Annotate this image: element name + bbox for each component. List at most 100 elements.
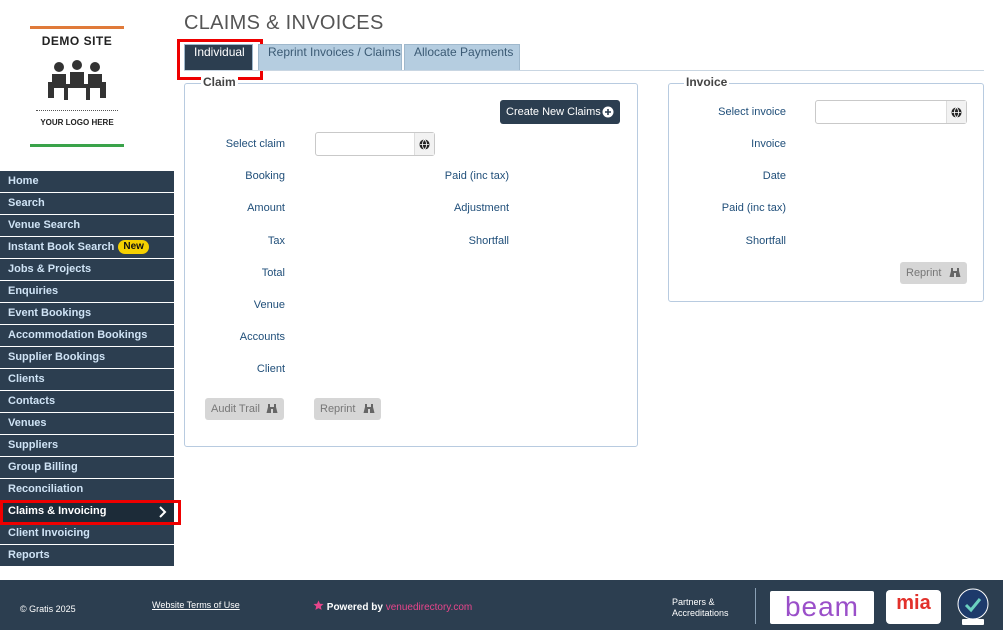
powered-by: Powered by venuedirectory.com [313,600,472,613]
tax-label: Tax [267,235,285,247]
select-invoice-input[interactable] [816,101,946,123]
sidebar-nav: Home Search Venue Search Instant Book Se… [0,171,174,567]
client-label: Client [256,363,285,375]
logo-subtitle: YOUR LOGO HERE [40,118,114,127]
claim-reprint-button[interactable]: Reprint [314,398,381,420]
binoculars-icon [363,404,375,413]
sidebar-item-claims-invoicing[interactable]: Claims & Invoicing [0,501,174,523]
sidebar-item-label: Home [8,175,39,187]
sidebar-item-suppliers[interactable]: Suppliers [0,435,174,457]
sidebar-item-label: Accommodation Bookings [8,329,148,341]
tab-allocate-payments[interactable]: Allocate Payments [404,44,520,70]
sidebar-item-enquiries[interactable]: Enquiries [0,281,174,303]
page-title: CLAIMS & INVOICES [184,12,384,34]
binoculars-icon [266,404,278,413]
invoice-paid-inc-tax-label: Paid (inc tax) [721,202,786,214]
sidebar-item-reconciliation[interactable]: Reconciliation [0,479,174,501]
plus-circle-icon [602,106,614,118]
star-icon [313,600,324,610]
shortfall-label: Shortfall [468,235,509,247]
sidebar-item-label: Event Bookings [8,307,92,319]
partners-label: Partners & Accreditations [672,597,729,619]
select-claim-label: Select claim [225,138,285,150]
sidebar-item-contacts[interactable]: Contacts [0,391,174,413]
sidebar-item-label: Search [8,197,45,209]
invoice-reprint-label: Reprint [906,267,942,279]
sidebar-item-label: Instant Book Search [8,241,115,253]
globe-icon[interactable] [414,133,434,155]
sidebar-item-label: Suppliers [8,439,59,451]
sidebar-item-jobs-projects[interactable]: Jobs & Projects [0,259,174,281]
sidebar-item-label: Supplier Bookings [8,351,106,363]
people-icon [48,60,106,100]
sidebar-item-label: Venues [8,417,47,429]
footer: © Gratis 2025 Website Terms of Use Power… [0,580,1003,630]
sidebar-item-clients[interactable]: Clients [0,369,174,391]
sidebar-item-reports[interactable]: Reports [0,545,174,567]
sidebar-item-label: Reports [8,549,50,561]
sidebar-item-label: Claims & Invoicing [8,505,107,517]
select-invoice-field [815,100,967,124]
audit-trail-button[interactable]: Audit Trail [205,398,284,420]
powered-by-brand[interactable]: venuedirectory.com [386,602,473,613]
sidebar-item-label: Jobs & Projects [8,263,92,275]
select-invoice-label: Select invoice [718,106,786,118]
logo-dotted-line [36,110,118,111]
invoice-reprint-button[interactable]: Reprint [900,262,967,284]
sidebar-item-home[interactable]: Home [0,171,174,193]
site-logo: DEMO SITE YOUR LOGO HERE [30,26,126,147]
create-new-claims-label: Create New Claims [506,106,601,118]
sidebar-item-label: Group Billing [8,461,78,473]
logo-bottom-bar [30,144,124,147]
tab-divider [184,70,984,71]
sidebar-item-label: Clients [8,373,45,385]
sidebar-item-group-billing[interactable]: Group Billing [0,457,174,479]
sidebar-item-label: Contacts [8,395,56,407]
claim-reprint-label: Reprint [320,403,356,415]
footer-divider [755,588,756,624]
sidebar-item-label: Enquiries [8,285,59,297]
create-new-claims-button[interactable]: Create New Claims [500,100,620,124]
tab-reprint-invoices-claims[interactable]: Reprint Invoices / Claims [258,44,402,70]
audit-trail-label: Audit Trail [211,403,260,415]
amount-label: Amount [247,202,285,214]
invoice-panel: Invoice Select invoice Invoice Date Paid… [668,75,984,302]
select-claim-input[interactable] [316,133,414,155]
copyright: © Gratis 2025 [20,604,76,614]
new-badge: New [118,240,149,254]
invoice-label: Invoice [751,138,786,150]
binoculars-icon [949,268,961,277]
sidebar-item-supplier-bookings[interactable]: Supplier Bookings [0,347,174,369]
claim-panel: Claim Create New Claims Select claim Boo… [184,75,638,447]
accounts-label: Accounts [239,331,285,343]
cyber-essentials-badge [957,588,989,625]
logo-title: DEMO SITE [41,34,113,48]
tab-individual[interactable]: Individual [184,44,253,70]
terms-link[interactable]: Website Terms of Use [152,600,240,610]
chevron-right-icon [159,506,167,518]
booking-label: Booking [245,170,285,182]
partners-line-1: Partners & [672,597,715,607]
venue-label: Venue [253,299,285,311]
sidebar-item-label: Reconciliation [8,483,84,495]
beam-logo: beam [770,591,874,624]
adjustment-label: Adjustment [453,202,509,214]
globe-icon[interactable] [946,101,966,123]
sidebar-item-venues[interactable]: Venues [0,413,174,435]
sidebar-item-label: Venue Search [8,219,81,231]
sidebar-item-search[interactable]: Search [0,193,174,215]
sidebar-item-venue-search[interactable]: Venue Search [0,215,174,237]
sidebar-item-event-bookings[interactable]: Event Bookings [0,303,174,325]
paid-inc-tax-label: Paid (inc tax) [444,170,509,182]
sidebar-item-accommodation-bookings[interactable]: Accommodation Bookings [0,325,174,347]
date-label: Date [762,170,786,182]
partners-line-2: Accreditations [672,608,729,618]
select-claim-field [315,132,435,156]
sidebar-item-instant-book-search[interactable]: Instant Book Search New [0,237,174,259]
claim-legend: Claim [201,75,238,89]
sidebar-item-label: Client Invoicing [8,527,90,539]
powered-by-label: Powered by [326,602,383,613]
invoice-shortfall-label: Shortfall [745,235,786,247]
mia-logo: mia [886,590,941,624]
sidebar-item-client-invoicing[interactable]: Client Invoicing [0,523,174,545]
